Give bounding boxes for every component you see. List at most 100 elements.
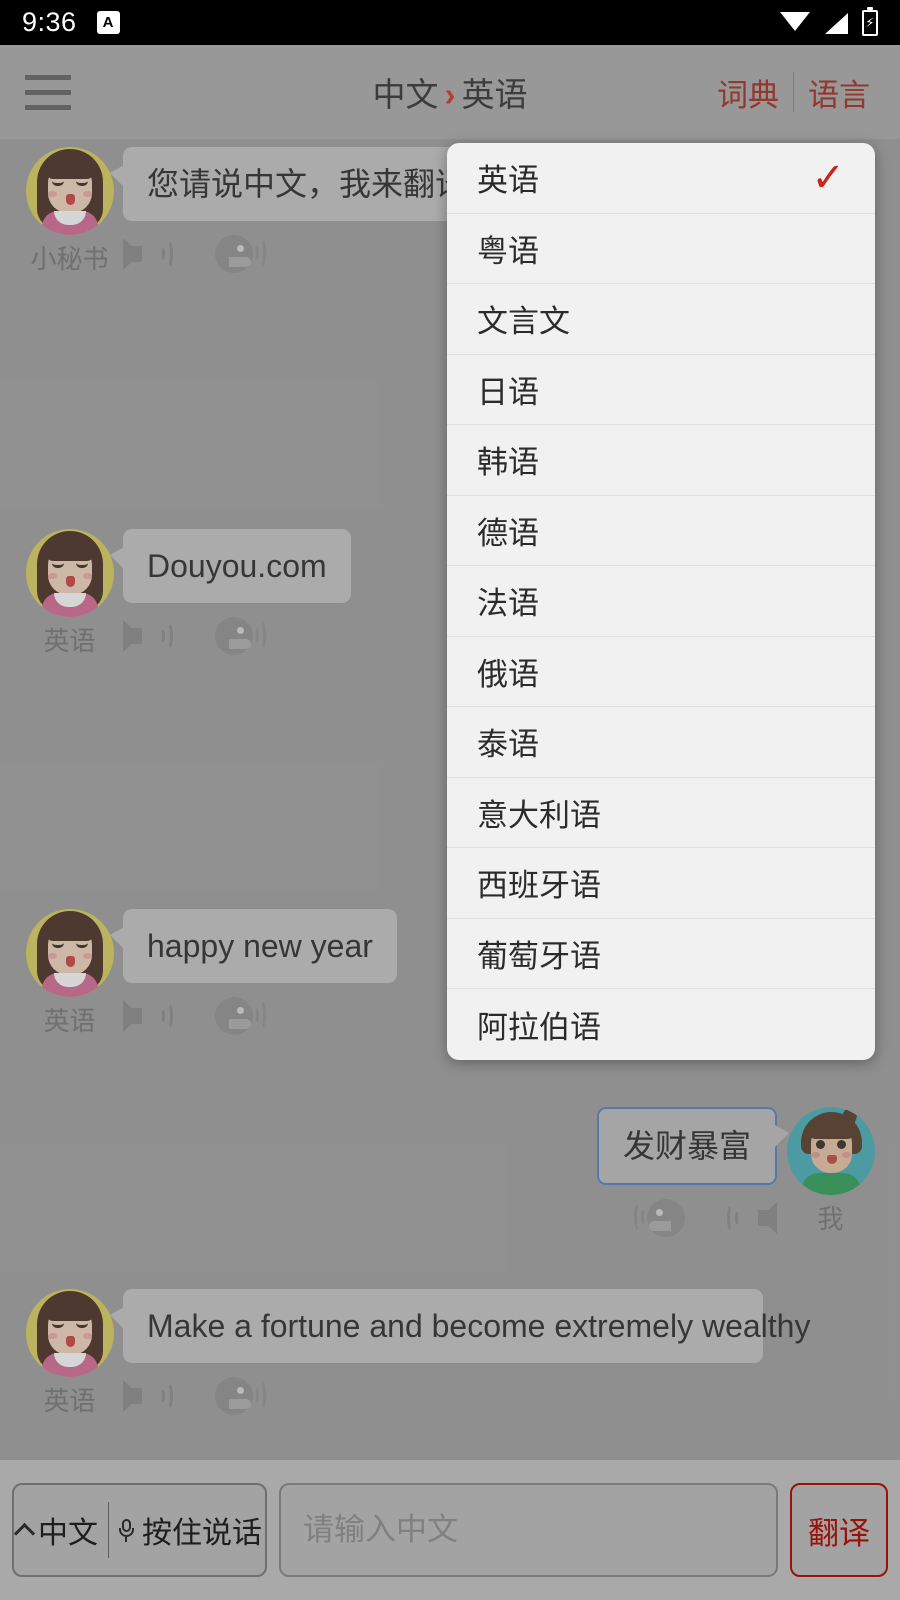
microphone-icon <box>119 1519 134 1542</box>
language-option-label: 阿拉伯语 <box>477 1009 601 1045</box>
avatar-column: 英语 <box>22 529 117 658</box>
message-bubble[interactable]: Make a fortune and become extremely weal… <box>110 1289 810 1363</box>
avatar-column: 小秘书 <box>22 147 117 276</box>
speaker-icon[interactable] <box>123 996 177 1036</box>
check-icon: ✓ <box>811 155 845 200</box>
app-bar-actions: 词典 语言 <box>703 70 884 115</box>
message-bubble[interactable]: happy new year <box>110 909 397 983</box>
chat-message: 英语 Make a fortune and become extremely w… <box>22 1289 810 1418</box>
message-controls <box>123 1375 763 1417</box>
avatar[interactable] <box>25 1289 114 1377</box>
language-option-japanese[interactable]: 日语 <box>447 355 875 425</box>
avatar[interactable] <box>25 529 114 617</box>
translate-button[interactable]: 翻译 <box>790 1483 888 1577</box>
notification-a-icon: A <box>96 11 120 34</box>
status-clock: 9:36 <box>22 7 77 37</box>
language-option-label: 意大利语 <box>477 797 601 833</box>
sender-name: 英语 <box>43 1386 96 1416</box>
language-option-classical-chinese[interactable]: 文言文 <box>447 284 875 355</box>
text-input[interactable] <box>279 1483 778 1577</box>
language-option-german[interactable]: 德语 <box>447 496 875 566</box>
voice-input-button[interactable]: 中文 按住说话 <box>12 1483 267 1577</box>
sender-name: 我 <box>817 1204 844 1234</box>
talking-head-icon[interactable] <box>205 1375 267 1417</box>
speaker-icon[interactable] <box>123 234 177 274</box>
battery-charging-icon: ⚡ <box>862 6 878 36</box>
title-source-lang: 中文 <box>372 76 439 113</box>
chat-message: 英语 happy new year <box>22 909 397 1038</box>
language-option-label: 日语 <box>477 374 539 410</box>
chat-message: 英语 Douyou.com <box>22 529 351 658</box>
dictionary-button[interactable]: 词典 <box>703 70 793 115</box>
avatar-column: 英语 <box>22 909 117 1038</box>
title-arrow-icon: › <box>444 76 456 113</box>
language-option-korean[interactable]: 韩语 <box>447 425 875 496</box>
bubble-column: happy new year <box>110 909 397 1038</box>
avatar[interactable] <box>25 909 114 997</box>
avatar[interactable] <box>25 147 114 235</box>
sender-name: 英语 <box>43 626 96 656</box>
language-option-french[interactable]: 法语 <box>447 566 875 637</box>
language-option-label: 西班牙语 <box>477 868 601 904</box>
sender-name: 小秘书 <box>30 244 109 274</box>
signal-icon <box>824 12 848 34</box>
language-option-label: 泰语 <box>477 727 539 763</box>
language-option-english[interactable]: 英语 ✓ <box>447 143 875 214</box>
message-bubble[interactable]: 您请说中文，我来翻译 <box>109 147 492 221</box>
bubble-column: 发财暴富 <box>596 1107 793 1239</box>
language-option-label: 德语 <box>477 515 539 551</box>
language-option-italian[interactable]: 意大利语 <box>447 778 875 848</box>
hamburger-icon[interactable] <box>25 74 71 110</box>
language-dropdown[interactable]: 英语 ✓ 粤语 文言文 日语 韩语 德语 法语 俄语 泰语 意大利语 西班牙语 … <box>447 143 875 1060</box>
bubble-column: Make a fortune and become extremely weal… <box>110 1289 810 1418</box>
language-option-cantonese[interactable]: 粤语 <box>447 214 875 284</box>
language-option-portuguese[interactable]: 葡萄牙语 <box>447 919 875 989</box>
input-bar: 中文 按住说话 翻译 <box>0 1459 900 1600</box>
message-controls <box>123 995 397 1037</box>
voice-language-selector[interactable]: 中文 <box>13 1508 98 1552</box>
language-option-label: 英语 <box>477 163 539 199</box>
message-controls <box>123 615 351 657</box>
language-option-label: 文言文 <box>477 304 570 340</box>
status-bar: 9:36 A ⚡ <box>0 0 900 45</box>
language-button[interactable]: 语言 <box>794 70 884 115</box>
language-option-label: 俄语 <box>477 656 539 692</box>
language-option-label: 韩语 <box>477 445 539 481</box>
status-icons: ⚡ <box>780 6 878 36</box>
talking-head-icon[interactable] <box>205 615 267 657</box>
talking-head-icon[interactable] <box>633 1197 695 1239</box>
app-screen: 9:36 A ⚡ 中文 › 英语 词典 语言 小秘书 您请说中文，我来翻译 英语… <box>0 0 900 1600</box>
hold-to-talk-label: 按住说话 <box>142 1517 262 1550</box>
talking-head-icon[interactable] <box>205 233 267 275</box>
chat-message: 我 发财暴富 <box>596 1107 878 1239</box>
voice-language-label: 中文 <box>38 1517 98 1550</box>
message-controls <box>123 233 491 275</box>
voice-button-divider <box>108 1502 109 1558</box>
language-option-thai[interactable]: 泰语 <box>447 707 875 778</box>
chat-message: 小秘书 您请说中文，我来翻译 <box>22 147 492 276</box>
talking-head-icon[interactable] <box>205 995 267 1037</box>
language-option-russian[interactable]: 俄语 <box>447 637 875 707</box>
language-option-spanish[interactable]: 西班牙语 <box>447 848 875 919</box>
message-controls <box>633 1197 777 1239</box>
avatar-column: 我 <box>783 1107 878 1239</box>
title-target-lang: 英语 <box>461 76 528 113</box>
avatar[interactable] <box>786 1107 875 1195</box>
language-option-arabic[interactable]: 阿拉伯语 <box>447 989 875 1060</box>
bubble-column: Douyou.com <box>110 529 351 658</box>
chevron-up-icon <box>13 1522 36 1544</box>
language-option-label: 葡萄牙语 <box>477 938 601 974</box>
wifi-icon <box>780 11 810 34</box>
speaker-icon[interactable] <box>123 1376 177 1416</box>
speaker-icon[interactable] <box>723 1198 777 1238</box>
app-bar: 中文 › 英语 词典 语言 <box>0 45 900 140</box>
hold-to-talk[interactable]: 按住说话 <box>119 1508 262 1552</box>
language-option-label: 粤语 <box>477 233 539 269</box>
bubble-column: 您请说中文，我来翻译 <box>109 147 492 276</box>
message-bubble[interactable]: Douyou.com <box>110 529 351 603</box>
avatar-column: 英语 <box>22 1289 117 1418</box>
language-option-label: 法语 <box>477 586 539 622</box>
sender-name: 英语 <box>43 1006 96 1036</box>
message-bubble[interactable]: 发财暴富 <box>596 1107 793 1185</box>
speaker-icon[interactable] <box>123 616 177 656</box>
